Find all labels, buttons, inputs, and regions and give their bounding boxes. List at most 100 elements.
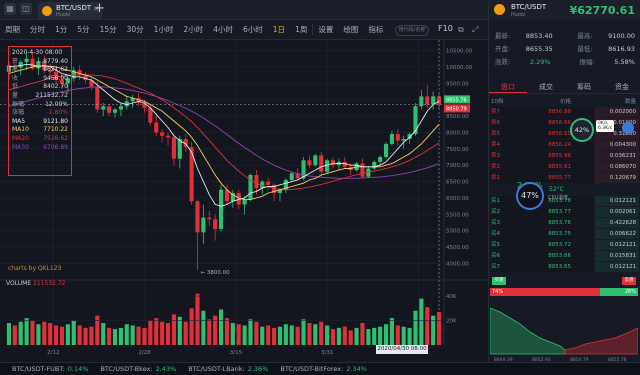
add-tab-icon[interactable]: + — [94, 1, 105, 16]
period-11[interactable]: 1周 — [290, 24, 312, 35]
volume-bar — [236, 324, 241, 345]
sell-order-row[interactable]: 卖5 8856.50 0.31200 — [491, 129, 639, 139]
info-row: 量 211532.72 — [12, 92, 68, 101]
candle-body — [207, 217, 212, 220]
orderbook-tab-2[interactable]: 筹码 — [565, 80, 603, 93]
period-5[interactable]: 30分 — [122, 24, 149, 35]
buy-order-row[interactable]: 买7 8853.65 0.012121 — [491, 262, 639, 272]
orderbook-mid-change: 2.29% — [491, 178, 639, 194]
y-tick-label: 8000.00 — [446, 130, 469, 136]
candle-body — [171, 137, 176, 159]
orderbook-tab-3[interactable]: 资金 — [603, 80, 640, 93]
fullscreen-icon[interactable]: ⤢ — [472, 25, 478, 35]
info-key: MA30 — [12, 143, 29, 151]
window-icon[interactable]: ◫ — [20, 3, 32, 15]
volume-bar — [24, 318, 29, 345]
orderbook-tabs: 盘口 成交 筹码 资金 — [489, 80, 640, 94]
order-amount: 0.006622 — [609, 231, 636, 237]
sell-legend: 卖盘 — [622, 277, 636, 285]
cpu-badge[interactable]: 47% — [516, 182, 544, 210]
volume-bar — [148, 320, 153, 345]
buy-order-row[interactable]: 买2 8853.77 0.002061 — [491, 207, 639, 217]
network-speed: 0K/s 6.3K/s — [596, 120, 614, 132]
order-amount: 0.086070 — [609, 164, 636, 170]
info-value: 8779.40 — [43, 57, 68, 65]
order-level: 卖6 — [491, 120, 500, 126]
buy-order-row[interactable]: 买4 8853.75 0.006622 — [491, 229, 639, 239]
period-toolbar: 周期 分时 1分 5分 15分 30分 1小时 2小时 4小时 6小时 1日 1周 设置 绘图 指标 搜代码/… — [0, 20, 488, 40]
order-level: 买5 — [491, 242, 500, 248]
stat-key: 涨跌: — [495, 58, 511, 66]
grid-icon[interactable]: ▦ — [4, 3, 16, 15]
buy-order-row[interactable]: 买5 8853.72 0.012121 — [491, 240, 639, 250]
sell-order-row[interactable]: 卖4 8856.24 0.004300 — [491, 140, 639, 150]
depth-chart[interactable]: 8849.39 8852.93 8854.79 8855.76 — [490, 298, 638, 362]
crosshair-date: 2020/04/30 08:00 — [376, 345, 428, 354]
volume-name: VOLUME — [6, 280, 32, 287]
candle-body — [389, 134, 394, 144]
buy-order-row[interactable]: 买3 8853.76 0.422628 — [491, 218, 639, 228]
order-level: 买4 — [491, 231, 500, 237]
tool-2[interactable]: 指标 — [363, 24, 388, 35]
volume-bar — [383, 324, 389, 345]
period-7[interactable]: 2小时 — [178, 24, 208, 35]
info-row: MA5 9121.80 — [12, 118, 68, 127]
sell-order-row[interactable]: 卖7 8856.99 0.002000 — [491, 107, 639, 117]
ob-level-select[interactable]: 10档 — [491, 97, 517, 105]
x-tick-label: 3/15 — [230, 350, 243, 356]
stat-value: 8655.35 — [525, 45, 553, 53]
volume-bar — [30, 320, 35, 345]
order-price: 8853.66 — [548, 253, 571, 259]
info-key: MA20 — [12, 134, 29, 142]
stat-key: 开盘: — [495, 45, 511, 53]
period-1[interactable]: 分时 — [25, 24, 50, 35]
candle-body — [201, 217, 206, 233]
buy-order-row[interactable]: 买6 8853.66 0.015831 — [491, 251, 639, 261]
sell-order-row[interactable]: 卖68856.660.01000 — [491, 118, 639, 128]
stat-row: 最新: 8853.40 最高: 9100.00 — [495, 30, 635, 43]
period-6[interactable]: 1小时 — [149, 24, 179, 35]
volume-bar — [213, 315, 218, 345]
ticker-item[interactable]: BTC/USDT-LBank: 2.36% — [188, 365, 268, 373]
order-price: 8853.65 — [548, 264, 571, 270]
candle-body — [401, 138, 406, 141]
sell-order-row[interactable]: 卖3 8855.96 0.036231 — [491, 151, 639, 161]
period-9[interactable]: 6小时 — [238, 24, 268, 35]
period-2[interactable]: 1分 — [50, 24, 72, 35]
tool-0[interactable]: 设置 — [313, 24, 338, 35]
volume-bar — [195, 293, 200, 345]
sell-order-row[interactable]: 卖2 8855.81 0.086070 — [491, 162, 639, 172]
orderbook-tab-0[interactable]: 盘口 — [489, 80, 527, 93]
volume-bar — [154, 318, 159, 345]
volume-bar — [142, 327, 147, 345]
order-amount: 0.422628 — [609, 220, 636, 226]
volume-bar — [419, 298, 424, 345]
volume-bar — [207, 319, 212, 345]
orderbook-tab-1[interactable]: 成交 — [527, 80, 565, 93]
candle-body — [165, 135, 171, 138]
tab-btc-usdt[interactable]: BTC/USDT Huobi ✕ — [38, 2, 102, 20]
f10-button[interactable]: F10 — [438, 24, 453, 33]
y-tick-label: 10000.00 — [446, 65, 473, 71]
search-input[interactable]: 搜代码/名称 — [395, 25, 429, 36]
period-8[interactable]: 4小时 — [208, 24, 238, 35]
network-icon[interactable] — [622, 122, 634, 134]
network-badge[interactable]: 42% — [570, 118, 594, 142]
order-price: 8853.75 — [548, 231, 571, 237]
tab-exchange-label: Huobi — [56, 12, 71, 18]
ticker-item[interactable]: BTC/USDT-BitForex: 2.34% — [280, 365, 367, 373]
period-10[interactable]: 1日 — [268, 24, 290, 35]
ticker-item[interactable]: BTC/USDT-FUBT: 0.14% — [12, 365, 88, 373]
screenshot-icon[interactable]: ⧉ — [458, 25, 464, 35]
cpu-temp: 52°C — [549, 186, 564, 193]
tool-1[interactable]: 绘图 — [338, 24, 363, 35]
candle-body — [266, 181, 271, 185]
period-3[interactable]: 5分 — [72, 24, 94, 35]
ticker-item[interactable]: BTC/USDT-Bkex: 2.43% — [100, 365, 176, 373]
candle-body — [160, 132, 165, 136]
candle-body — [213, 219, 218, 230]
candle-body — [218, 189, 224, 230]
kline-chart[interactable]: 10500.0010000.009500.009000.008500.00800… — [0, 40, 488, 362]
right-exchange: Huobi — [511, 12, 526, 18]
period-4[interactable]: 15分 — [95, 24, 122, 35]
